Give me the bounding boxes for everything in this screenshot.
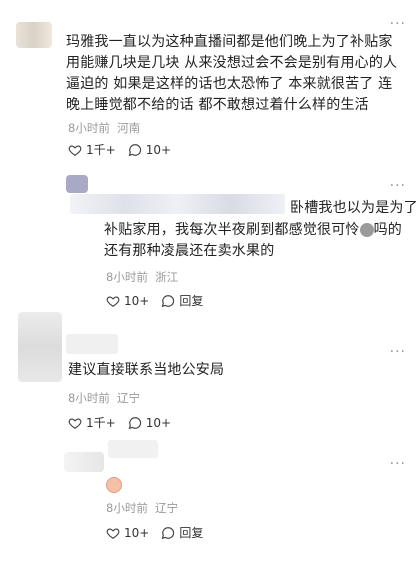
like-count: 1千+ — [86, 143, 116, 157]
username-blur — [108, 440, 158, 458]
comment-1: ··· 玛雅我一直以为这种直播间都是他们晚上为了补贴家用能赚几块是几块 从来没想… — [0, 0, 420, 168]
reply-label: 回复 — [179, 526, 204, 540]
emoji-icon — [106, 476, 122, 493]
comment-location: 辽宁 — [155, 501, 179, 515]
username-blur — [66, 334, 118, 354]
reply-count: 10+ — [145, 142, 172, 157]
comment-location: 浙江 — [155, 270, 179, 284]
comment-text: 建议直接联系当地公安局 — [68, 362, 225, 378]
like-count: 1千+ — [86, 416, 116, 430]
comment-3: ··· 建议直接联系当地公安局 8小时前 辽宁 1千+ 10+ — [0, 308, 420, 436]
avatar[interactable] — [66, 175, 88, 193]
more-options-icon[interactable]: ··· — [390, 456, 406, 472]
heart-icon — [68, 144, 82, 156]
comment-text: 玛雅我一直以为这种直播间都是他们晚上为了补贴家用能赚几块是几块 从来没想过会不会… — [66, 34, 398, 113]
like-count: 10+ — [124, 293, 150, 308]
username-blur — [70, 194, 285, 214]
comment-meta: 8小时前 河南 — [68, 120, 140, 136]
comment-icon — [128, 143, 141, 156]
comment-actions: 10+ 回复 — [106, 292, 203, 309]
comment-time: 8小时前 — [68, 391, 110, 405]
heart-icon — [106, 527, 120, 539]
more-options-icon[interactable]: ··· — [390, 16, 406, 32]
reply-button[interactable]: 回复 — [161, 524, 203, 541]
reply-button[interactable]: 10+ — [128, 416, 171, 430]
comment-2: ··· 卧槽我也以为是为了 补贴家用，我每次半夜刷到都感觉很可怜 吗的 还有那种凌… — [0, 168, 420, 308]
heart-icon — [106, 295, 120, 307]
like-button[interactable]: 10+ — [106, 294, 149, 308]
comment-location: 辽宁 — [117, 391, 141, 405]
comment-meta: 8小时前 辽宁 — [106, 500, 178, 516]
avatar[interactable] — [64, 452, 104, 472]
comment-meta: 8小时前 浙江 — [106, 269, 178, 285]
heart-icon — [68, 417, 82, 429]
comment-text-line3: 还有那种凌晨还在卖水果的 — [104, 243, 275, 259]
comment-text-part: 补贴家用，我每次半夜刷到都感觉很可怜 — [104, 222, 360, 238]
reply-button[interactable]: 回复 — [161, 292, 203, 309]
comment-meta: 8小时前 辽宁 — [68, 390, 140, 406]
comment-4: ··· 8小时前 辽宁 10+ 回复 — [0, 436, 420, 565]
comment-text-line2: 补贴家用，我每次半夜刷到都感觉很可怜 吗的 — [104, 220, 409, 241]
comment-actions: 10+ 回复 — [106, 524, 203, 541]
emoji-icon — [359, 223, 374, 237]
avatar[interactable] — [16, 22, 52, 48]
like-button[interactable]: 10+ — [106, 526, 149, 540]
comment-icon — [161, 294, 175, 307]
comment-icon — [128, 416, 141, 429]
like-button[interactable]: 1千+ — [68, 414, 116, 431]
more-options-icon[interactable]: ··· — [390, 178, 406, 194]
comment-text-line1: 卧槽我也以为是为了 — [290, 200, 418, 216]
comment-time: 8小时前 — [106, 270, 148, 284]
comment-text-part: 吗的 — [373, 222, 403, 238]
reply-button[interactable]: 10+ — [128, 143, 171, 157]
comment-time: 8小时前 — [106, 501, 148, 515]
reply-label: 回复 — [179, 294, 204, 308]
more-options-icon[interactable]: ··· — [390, 344, 406, 360]
reply-count: 10+ — [145, 415, 172, 430]
comment-actions: 1千+ 10+ — [68, 141, 171, 158]
like-count: 10+ — [124, 525, 150, 540]
comment-icon — [161, 526, 175, 539]
comment-location: 河南 — [117, 121, 141, 135]
comment-emoji — [106, 474, 122, 493]
comment-actions: 1千+ 10+ — [68, 414, 171, 431]
avatar[interactable] — [18, 312, 62, 382]
comment-time: 8小时前 — [68, 121, 110, 135]
like-button[interactable]: 1千+ — [68, 141, 116, 158]
